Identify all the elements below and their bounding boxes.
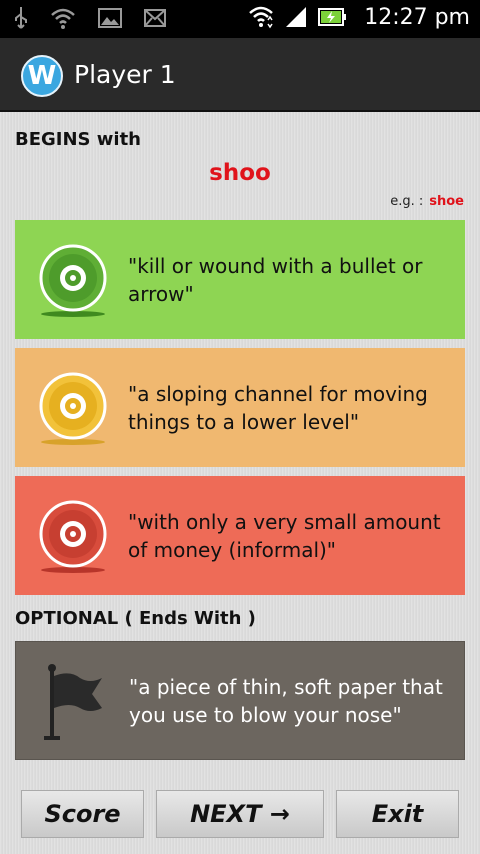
app-logo[interactable]: W <box>21 55 63 97</box>
begins-label: BEGINS with <box>15 129 141 150</box>
clock: 12:27 pm <box>364 4 470 30</box>
clue-text: "kill or wound with a bullet or arrow" <box>128 253 423 306</box>
example-prefix: e.g. : <box>390 194 424 209</box>
clue-card-green[interactable]: "kill or wound with a bullet or arrow" <box>15 220 465 339</box>
page-title: Player 1 <box>74 60 176 89</box>
target-word: shoo <box>209 160 271 186</box>
cell-signal-icon <box>286 7 307 27</box>
flag-icon <box>44 664 102 740</box>
wifi-icon <box>51 8 75 29</box>
logo-letter: W <box>27 61 57 91</box>
optional-label: OPTIONAL ( Ends With ) <box>15 608 256 629</box>
example-word: shoe <box>429 194 464 209</box>
image-icon <box>98 8 122 28</box>
exit-button[interactable]: Exit <box>336 790 459 838</box>
status-bar: 12:27 pm <box>0 0 480 38</box>
clue-card-optional[interactable]: "a piece of thin, soft paper that you us… <box>15 641 465 760</box>
next-button[interactable]: NEXT → <box>156 790 324 838</box>
battery-icon <box>318 8 347 26</box>
clue-card-orange[interactable]: "a sloping channel for moving things to … <box>15 348 465 467</box>
clue-card-red[interactable]: "with only a very small amount of money … <box>15 476 465 595</box>
target-icon <box>39 500 107 573</box>
clue-text: "a sloping channel for moving things to … <box>128 381 428 434</box>
clue-text: "a piece of thin, soft paper that you us… <box>129 674 443 727</box>
action-bar: W Player 1 <box>0 38 480 112</box>
clue-text: "with only a very small amount of money … <box>128 509 441 562</box>
target-icon <box>39 244 107 317</box>
score-button[interactable]: Score <box>21 790 144 838</box>
mail-icon <box>144 9 166 27</box>
target-icon <box>39 372 107 445</box>
wifi-signal-icon <box>249 6 274 29</box>
example-hint: e.g. : shoe <box>390 194 464 209</box>
usb-icon <box>15 7 27 29</box>
